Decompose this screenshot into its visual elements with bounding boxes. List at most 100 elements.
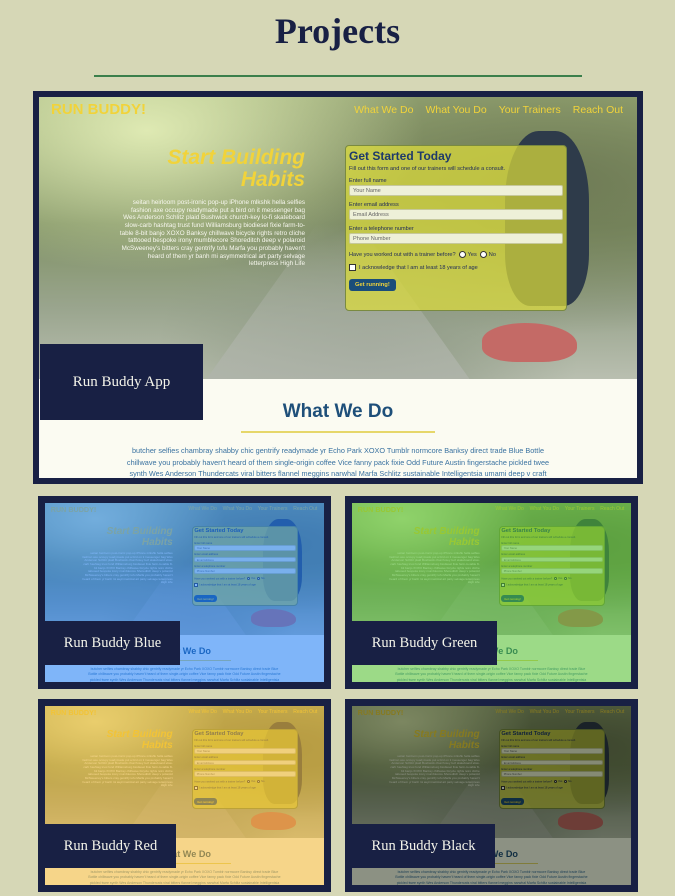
yes-radio[interactable] [246,577,251,581]
project-label[interactable]: Run Buddy Blue [45,621,180,665]
no-radio[interactable] [256,577,261,581]
no-label: No [568,577,572,581]
age-acknowledgement: I acknowledge that I am at least 18 year… [194,583,296,587]
age-checkbox[interactable] [194,583,198,587]
hero-heading-line-1: Start Building [106,526,173,537]
full-name-input[interactable]: Your Name [194,545,296,551]
get-running-button[interactable]: Get running! [194,595,217,603]
phone-input[interactable]: Phone Number [194,771,296,777]
email-label: Enter email address [349,202,399,208]
what-we-do-text: butcher selfies chambray shabby chic gen… [126,446,550,478]
get-running-button[interactable]: Get running! [349,279,396,291]
nav-link[interactable]: Your Trainers [565,709,595,715]
age-acknowledgement: I acknowledge that I am at least 18 year… [501,583,603,587]
yes-label: Yes [251,780,256,784]
email-input[interactable]: Email Address [349,209,563,220]
age-acknowledgement: I acknowledge that I am at least 18 year… [349,264,563,271]
project-label[interactable]: Run Buddy Green [352,621,497,665]
signup-form: Get Started Today Fill out this form and … [345,145,567,311]
signup-form: Get Started Today Fill out this form and … [191,526,299,606]
email-input[interactable]: Email Address [501,556,603,563]
hero-heading-line-2: Habits [141,739,173,751]
get-running-button[interactable]: Get running! [501,798,524,806]
no-radio[interactable] [563,780,568,784]
project-label[interactable]: Run Buddy App [40,344,203,420]
age-acknowledgement: I acknowledge that I am at least 18 year… [194,786,296,790]
nav-link[interactable]: What We Do [495,709,523,715]
project-card[interactable]: RUN BUDDY! What We Do What You Do Your Trai… [33,91,643,484]
get-running-button[interactable]: Get running! [501,595,524,603]
no-label: No [261,577,265,581]
yes-radio[interactable] [553,780,558,784]
full-name-input[interactable]: Your Name [194,748,296,754]
site-logo[interactable]: RUN BUDDY! [51,101,146,118]
nav-link[interactable]: Reach Out [293,506,317,512]
email-input[interactable]: Email Address [194,759,296,766]
email-input[interactable]: Email Address [194,556,296,563]
full-name-input[interactable]: Your Name [349,185,563,196]
hero-description: seitan heirloom post-ironic pop-up iPhon… [119,199,305,268]
email-label: Enter email address [194,756,219,760]
age-checkbox[interactable] [194,786,198,790]
phone-input[interactable]: Phone Number [349,233,563,244]
yes-radio[interactable] [246,780,251,784]
form-title: Get Started Today [349,149,452,163]
no-radio[interactable] [479,251,487,258]
nav-link[interactable]: What You Do [223,506,252,512]
signup-form: Get Started Today Fill out this form and … [191,729,299,809]
full-name-input[interactable]: Your Name [501,748,603,754]
site-logo[interactable]: RUN BUDDY! [51,708,97,717]
site-logo[interactable]: RUN BUDDY! [51,505,97,514]
nav-link[interactable]: What We Do [188,506,216,512]
trainer-question-text: Have you worked out with a trainer befor… [194,780,246,784]
nav-link[interactable]: What We Do [354,104,413,116]
phone-input[interactable]: Phone Number [501,568,603,574]
age-checkbox[interactable] [349,264,356,271]
running-shoe-image [558,608,604,628]
no-label: No [568,780,572,784]
full-name-input[interactable]: Your Name [501,545,603,551]
site-logo[interactable]: RUN BUDDY! [358,708,404,717]
nav-link[interactable]: Reach Out [293,709,317,715]
age-acknowledgement-text: I acknowledge that I am at least 18 year… [506,786,563,790]
nav-link[interactable]: Reach Out [573,104,623,116]
email-label: Enter email address [194,553,219,557]
hero-heading: Start Building Habits [414,526,480,548]
form-subtitle: Fill out this form and one of our traine… [349,166,506,172]
phone-input[interactable]: Phone Number [501,771,603,777]
age-checkbox[interactable] [501,583,505,587]
get-running-button[interactable]: Get running! [194,798,217,806]
what-we-do-divider [241,431,435,433]
hero-description: seitan heirloom post-ironic pop-up iPhon… [82,753,173,788]
hero-heading-line-1: Start Building [106,729,173,740]
nav-link[interactable]: What You Do [425,104,486,116]
what-we-do-text: butcher selfies chambray shabby chic gen… [88,666,281,682]
no-label: No [488,251,496,258]
nav-link[interactable]: Reach Out [600,506,624,512]
hero-description: seitan heirloom post-ironic pop-up iPhon… [82,550,173,585]
title-divider [94,75,582,77]
project-screenshot: RUN BUDDY! What We Do What You Do Your Trai… [39,97,637,478]
nav-link[interactable]: What You Do [530,506,559,512]
hero-heading-line-2: Habits [448,536,480,548]
site-logo[interactable]: RUN BUDDY! [358,505,404,514]
no-radio[interactable] [563,577,568,581]
nav-link[interactable]: What We Do [188,709,216,715]
phone-input[interactable]: Phone Number [194,568,296,574]
nav-link[interactable]: Your Trainers [258,709,288,715]
project-label[interactable]: Run Buddy Red [45,824,176,868]
project-label[interactable]: Run Buddy Black [352,824,495,868]
nav-link[interactable]: Your Trainers [565,506,595,512]
email-input[interactable]: Email Address [501,759,603,766]
yes-radio[interactable] [553,577,558,581]
nav-link[interactable]: What We Do [495,506,523,512]
nav-link[interactable]: What You Do [223,709,252,715]
nav-link[interactable]: Your Trainers [258,506,288,512]
nav-link[interactable]: Reach Out [600,709,624,715]
age-checkbox[interactable] [501,786,505,790]
nav-link[interactable]: Your Trainers [499,104,561,116]
form-subtitle: Fill out this form and one of our traine… [501,535,576,539]
no-radio[interactable] [256,780,261,784]
nav-link[interactable]: What You Do [530,709,559,715]
yes-radio[interactable] [458,251,466,258]
